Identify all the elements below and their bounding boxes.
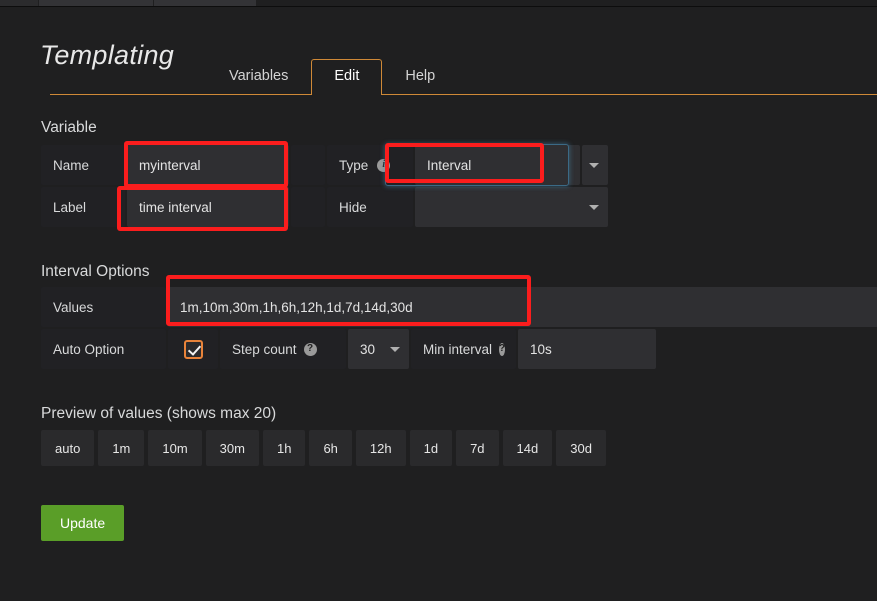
tab-bar: Variables Edit Help	[206, 52, 458, 96]
min-interval-input[interactable]: 10s	[518, 329, 656, 369]
templating-screen: Templating Variables Edit Help Variable …	[0, 0, 877, 601]
preview-chip[interactable]: 1m	[98, 430, 145, 466]
section-title-preview: Preview of values (shows max 20)	[41, 405, 277, 422]
label-field-label: Label	[41, 187, 125, 227]
variable-row-name: Name myinterval Type i Interval	[41, 145, 610, 185]
type-select-value: Interval	[427, 157, 472, 173]
hide-select[interactable]	[415, 187, 608, 227]
cropped-chrome-strip	[0, 0, 877, 7]
preview-chip[interactable]: 12h	[355, 430, 406, 466]
preview-chip[interactable]: 14d	[502, 430, 553, 466]
chevron-down-icon	[589, 163, 599, 168]
preview-chip[interactable]: 1h	[262, 430, 306, 466]
interval-row-values: Values 1m,10m,30m,1h,6h,12h,1d,7d,14d,30…	[41, 287, 877, 327]
section-title-variable: Variable	[41, 119, 97, 136]
name-row-spacer	[291, 145, 325, 185]
chrome-segment-left	[0, 0, 38, 6]
label-input[interactable]: time interval	[127, 187, 289, 227]
values-field-label: Values	[41, 287, 166, 327]
preview-chip[interactable]: 30d	[556, 430, 606, 466]
values-input[interactable]: 1m,10m,30m,1h,6h,12h,1d,7d,14d,30d	[168, 287, 877, 327]
name-input[interactable]: myinterval	[127, 145, 289, 185]
step-count-label-cell: Step count ?	[220, 329, 346, 369]
update-button[interactable]: Update	[41, 505, 125, 541]
type-field-label: Type i	[327, 145, 413, 185]
auto-option-checkbox-cell[interactable]	[168, 329, 218, 369]
interval-row-auto-option: Auto Option Step count ? 30 Min interval…	[41, 329, 658, 369]
step-count-select[interactable]: 30	[348, 329, 409, 369]
step-count-label-text: Step count	[232, 341, 297, 357]
type-select-caret-cell[interactable]	[582, 145, 608, 185]
preview-chip[interactable]: 30m	[205, 430, 259, 466]
page-header: Templating Variables Edit Help	[40, 40, 877, 96]
hide-field-label: Hide	[327, 187, 413, 227]
auto-option-label: Auto Option	[41, 329, 166, 369]
page-title: Templating	[40, 40, 175, 70]
type-select[interactable]: Interval	[415, 145, 580, 185]
min-interval-label-text: Min interval	[423, 341, 493, 357]
chrome-segment-middle	[39, 0, 153, 6]
preview-chip[interactable]: 6h	[309, 430, 352, 466]
help-icon[interactable]: ?	[499, 342, 506, 356]
preview-chip[interactable]: 7d	[456, 430, 499, 466]
chevron-down-icon	[390, 347, 400, 352]
auto-option-checkbox[interactable]	[183, 339, 203, 359]
tab-edit[interactable]: Edit	[311, 59, 383, 96]
preview-chip[interactable]: auto	[41, 430, 95, 466]
chrome-segment-right	[154, 0, 256, 6]
preview-chip-list: auto 1m 10m 30m 1h 6h 12h 1d 7d 14d 30d	[41, 430, 610, 466]
name-field-label: Name	[41, 145, 125, 185]
label-row-spacer	[291, 187, 325, 227]
variable-row-label: Label time interval Hide	[41, 187, 610, 227]
preview-chip[interactable]: 1d	[409, 430, 453, 466]
type-label-text: Type	[339, 157, 369, 173]
help-icon[interactable]: ?	[303, 342, 317, 356]
tab-variables[interactable]: Variables	[206, 59, 311, 95]
step-count-value: 30	[360, 341, 376, 357]
section-title-interval-options: Interval Options	[41, 263, 150, 280]
info-icon[interactable]: i	[377, 158, 391, 172]
preview-chip[interactable]: 10m	[148, 430, 202, 466]
chevron-down-icon	[589, 205, 599, 210]
tab-bar-underline	[50, 94, 877, 95]
tab-help[interactable]: Help	[382, 59, 458, 95]
min-interval-label-cell: Min interval ?	[411, 329, 516, 369]
